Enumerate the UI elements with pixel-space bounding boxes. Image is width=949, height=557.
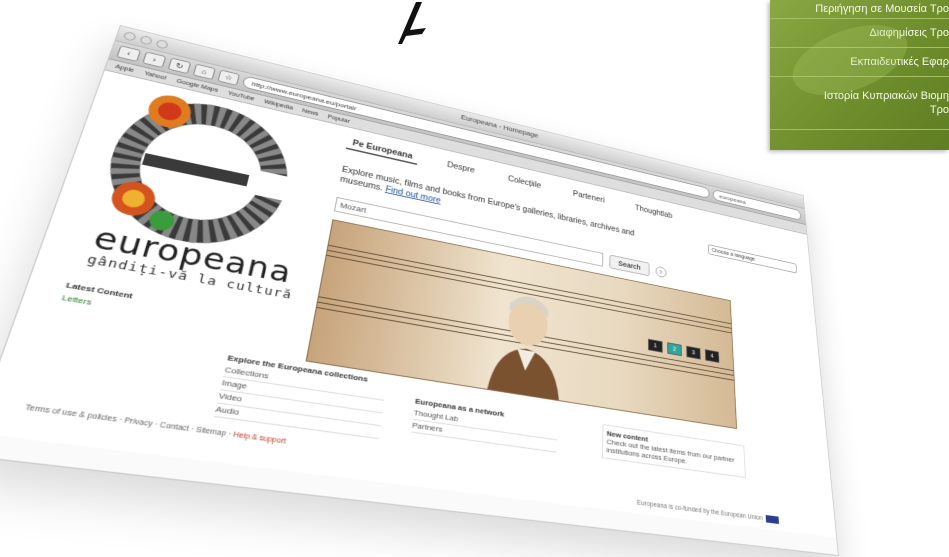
tab-home[interactable]: Pe Europeana [345,136,419,165]
search-button[interactable]: Search [609,254,650,277]
news-box: New content Check out the latest items f… [601,424,746,479]
network-card: Europeana as a network Thought Lab Partn… [411,396,558,453]
partner-text: Europeana is co-funded by the European U… [636,499,763,522]
carousel-dot-1[interactable]: 1 [648,338,663,353]
tab-thoughtlab[interactable]: Thoughtlab [631,202,677,224]
bookmark-icon[interactable]: ☆ [217,69,240,86]
carousel-dot-3[interactable]: 3 [686,345,701,360]
eu-flag-icon [765,514,779,525]
mozart-portrait-image [485,293,562,408]
bookmark-item[interactable]: Apple [114,64,134,74]
carousel-dot-2[interactable]: 2 [667,342,682,357]
reload-icon[interactable]: ↻ [167,57,192,75]
back-icon[interactable]: ‹ [116,45,142,62]
tab-collections[interactable]: Colecțiile [502,172,546,194]
stage: Europeana - Homepage ‹ › ↻ ⌂ ☆ http://ww… [0,0,949,557]
language-select[interactable]: Choose a language [707,244,798,274]
carousel-controls: 1 2 3 4 [648,338,720,363]
home-icon[interactable]: ⌂ [192,63,216,80]
forward-icon[interactable]: › [142,51,167,68]
partner-note: Europeana is co-funded by the European U… [636,499,779,525]
tab-about[interactable]: Despre [441,158,480,179]
footer-help-link[interactable]: Help & support [232,431,286,445]
bookmark-item[interactable]: News [302,108,319,117]
carousel-dot-4[interactable]: 4 [704,349,720,363]
browser-window: Europeana - Homepage ‹ › ↻ ⌂ ☆ http://ww… [0,25,839,557]
help-icon[interactable]: ? [655,265,667,279]
tab-partners[interactable]: Parteneri [568,187,609,208]
footer-links[interactable]: Terms of use & policies · Privacy · Cont… [24,404,232,438]
